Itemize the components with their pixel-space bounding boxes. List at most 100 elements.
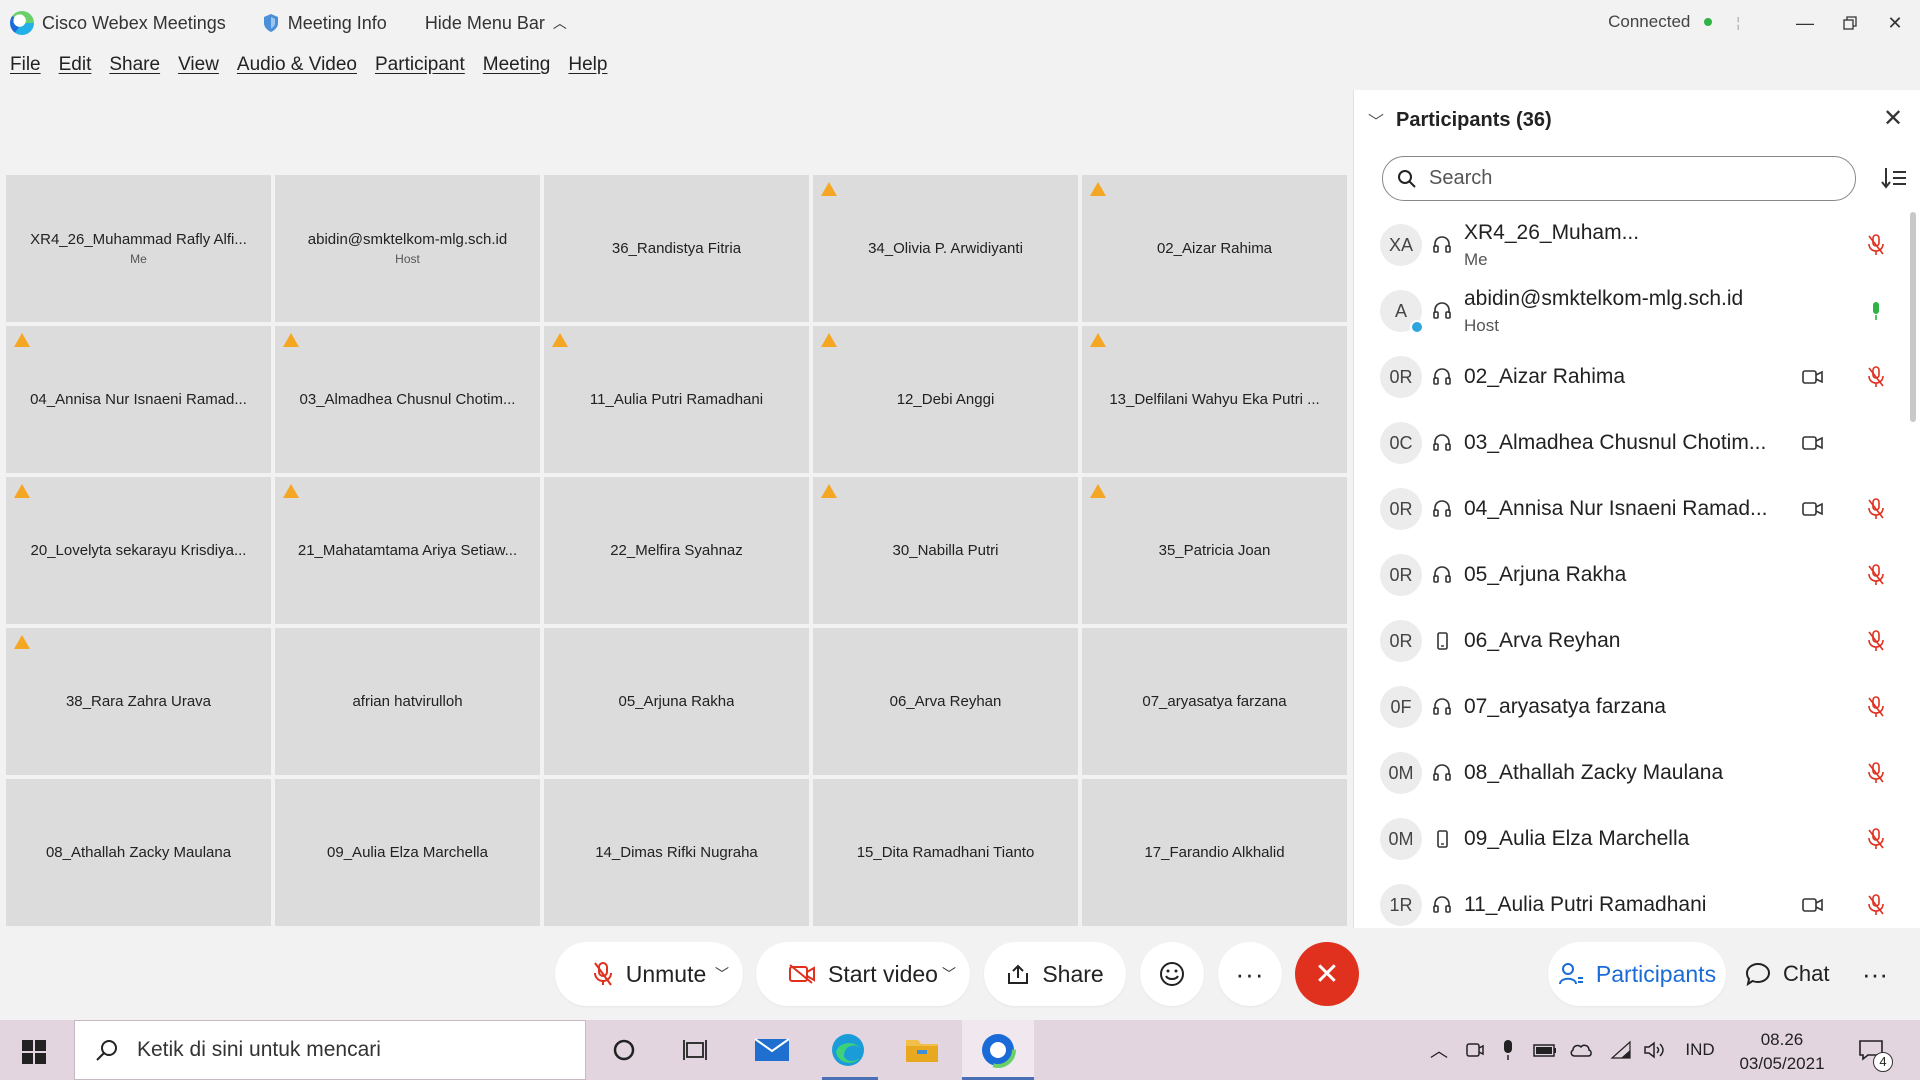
mic-muted-icon[interactable]	[1866, 762, 1886, 784]
cloud-sync-icon[interactable]	[1568, 1037, 1594, 1063]
meeting-info-button[interactable]: Meeting Info	[262, 13, 387, 34]
language-indicator[interactable]: IND	[1680, 1037, 1720, 1063]
sort-icon[interactable]	[1880, 164, 1908, 192]
restore-icon	[1843, 16, 1857, 30]
participant-role: Me	[1464, 250, 1488, 269]
microphone-icon[interactable]	[1495, 1037, 1521, 1063]
video-tile[interactable]: 03_Almadhea Chusnul Chotim...	[275, 326, 540, 473]
webex-taskbar-icon[interactable]	[978, 1030, 1018, 1070]
participant-row[interactable]: 0R 04_Annisa Nur Isnaeni Ramad...	[1354, 476, 1909, 542]
chat-tab-button[interactable]: Chat	[1745, 942, 1829, 1006]
menu-audio-video[interactable]: Audio & Video	[237, 54, 357, 84]
menu-help[interactable]: Help	[568, 54, 607, 84]
participant-name: abidin@smktelkom-mlg.sch.id	[1464, 287, 1744, 310]
participant-row[interactable]: 0M 08_Athallah Zacky Maulana	[1354, 740, 1909, 806]
video-tile[interactable]: 06_Arva Reyhan	[813, 628, 1078, 775]
video-tile[interactable]: 12_Debi Anggi	[813, 326, 1078, 473]
menu-meeting[interactable]: Meeting	[483, 54, 551, 84]
participant-row[interactable]: 0F 07_aryasatya farzana	[1354, 674, 1909, 740]
video-tile[interactable]: 30_Nabilla Putri	[813, 477, 1078, 624]
mic-muted-icon[interactable]	[1866, 498, 1886, 520]
battery-icon[interactable]	[1532, 1037, 1558, 1063]
video-tile[interactable]: 09_Aulia Elza Marchella	[275, 779, 540, 926]
video-tile[interactable]: 21_Mahatamtama Ariya Setiaw...	[275, 477, 540, 624]
taskbar-search-input[interactable]	[137, 1038, 557, 1062]
chevron-up-icon[interactable]: ︿	[1426, 1037, 1452, 1063]
video-tile[interactable]: 38_Rara Zahra Urava	[6, 628, 271, 775]
mic-muted-icon[interactable]	[1866, 366, 1886, 388]
participant-row[interactable]: XA XR4_26_Muham... Me	[1354, 212, 1909, 278]
video-tile[interactable]: 17_Farandio Alkhalid	[1082, 779, 1347, 926]
participant-row[interactable]: 0R 06_Arva Reyhan	[1354, 608, 1909, 674]
mic-muted-icon[interactable]	[1866, 564, 1886, 586]
participants-tab-button[interactable]: Participants	[1548, 942, 1726, 1006]
video-tile[interactable]: 04_Annisa Nur Isnaeni Ramad...	[6, 326, 271, 473]
start-video-button[interactable]: Start video ﹀	[756, 942, 970, 1006]
edge-browser-icon[interactable]	[828, 1030, 868, 1070]
app-name: Cisco Webex Meetings	[42, 12, 226, 33]
video-tile[interactable]: 11_Aulia Putri Ramadhani	[544, 326, 809, 473]
video-tile[interactable]: 34_Olivia P. Arwidiyanti	[813, 175, 1078, 322]
close-window-button[interactable]: ✕	[1872, 8, 1918, 38]
participants-panel-header[interactable]: ﹀ Participants (36)	[1368, 108, 1552, 132]
mail-icon[interactable]	[752, 1030, 792, 1070]
participant-row[interactable]: 0R 02_Aizar Rahima	[1354, 344, 1909, 410]
video-tile[interactable]: 15_Dita Ramadhani Tianto	[813, 779, 1078, 926]
mic-muted-icon[interactable]	[1866, 696, 1886, 718]
volume-icon[interactable]	[1641, 1037, 1667, 1063]
video-tile[interactable]: 08_Athallah Zacky Maulana	[6, 779, 271, 926]
unmute-button[interactable]: Unmute ﹀	[555, 942, 743, 1006]
tile-role-label: Me	[130, 252, 147, 266]
windows-start-icon[interactable]	[22, 1040, 46, 1064]
participant-row[interactable]: Aabidin@smktelkom-mlg.sch.id Host	[1354, 278, 1909, 344]
mic-muted-icon[interactable]	[1866, 234, 1886, 256]
menu-participant[interactable]: Participant	[375, 54, 465, 84]
end-meeting-button[interactable]: ✕	[1295, 942, 1359, 1006]
chevron-down-icon[interactable]: ﹀	[715, 964, 729, 984]
participant-list-scrollbar[interactable]	[1910, 212, 1916, 422]
task-view-icon[interactable]	[676, 1030, 716, 1070]
more-options-button[interactable]: ···	[1218, 942, 1282, 1006]
mic-muted-icon[interactable]	[1866, 894, 1886, 916]
video-tile[interactable]: 07_aryasatya farzana	[1082, 628, 1347, 775]
video-tile[interactable]: 02_Aizar Rahima	[1082, 175, 1347, 322]
menu-file[interactable]: File	[10, 54, 41, 84]
hide-menu-bar-button[interactable]: Hide Menu Bar ︿	[425, 13, 567, 34]
menu-share[interactable]: Share	[109, 54, 160, 84]
taskbar-clock[interactable]: 08.26 03/05/2021	[1732, 1028, 1832, 1076]
hide-menu-label: Hide Menu Bar	[424, 12, 545, 33]
wifi-icon[interactable]	[1608, 1037, 1634, 1063]
video-tile[interactable]: afrian hatvirulloh	[275, 628, 540, 775]
video-tile[interactable]: 22_Melfira Syahnaz	[544, 477, 809, 624]
video-tile[interactable]: XR4_26_Muhammad Rafly Alfi... Me	[6, 175, 271, 322]
tile-participant-name: 07_aryasatya farzana	[1142, 693, 1287, 710]
cortana-icon[interactable]	[604, 1030, 644, 1070]
minimize-button[interactable]: —	[1782, 8, 1828, 38]
mic-muted-icon[interactable]	[1866, 828, 1886, 850]
video-tile[interactable]: abidin@smktelkom-mlg.sch.id Host	[275, 175, 540, 322]
mic-active-icon[interactable]	[1866, 300, 1886, 322]
meet-now-icon[interactable]	[1461, 1037, 1487, 1063]
restore-button[interactable]	[1827, 8, 1873, 38]
video-tile[interactable]: 20_Lovelyta sekarayu Krisdiya...	[6, 477, 271, 624]
menu-view[interactable]: View	[178, 54, 219, 84]
reactions-button[interactable]	[1140, 942, 1204, 1006]
video-tile[interactable]: 36_Randistya Fitria	[544, 175, 809, 322]
more-panels-button[interactable]: ···	[1862, 942, 1888, 1006]
mic-muted-icon[interactable]	[1866, 630, 1886, 652]
participant-row[interactable]: 0M 09_Aulia Elza Marchella	[1354, 806, 1909, 872]
participant-row[interactable]: 0R 05_Arjuna Rakha	[1354, 542, 1909, 608]
close-panel-button[interactable]: ✕	[1878, 104, 1908, 134]
chevron-down-icon[interactable]: ﹀	[942, 964, 956, 984]
menu-edit[interactable]: Edit	[59, 54, 92, 84]
video-tile[interactable]: 35_Patricia Joan	[1082, 477, 1347, 624]
video-tile[interactable]: 05_Arjuna Rakha	[544, 628, 809, 775]
video-tile[interactable]: 14_Dimas Rifki Nugraha	[544, 779, 809, 926]
participants-tab-label: Participants	[1595, 960, 1717, 987]
participant-row[interactable]: 0C 03_Almadhea Chusnul Chotim...	[1354, 410, 1909, 476]
video-tile[interactable]: 13_Delfilani Wahyu Eka Putri ...	[1082, 326, 1347, 473]
share-button[interactable]: Share	[984, 942, 1126, 1006]
search-input[interactable]	[1429, 167, 1829, 190]
file-explorer-icon[interactable]	[902, 1030, 942, 1070]
headset-icon	[1432, 565, 1452, 585]
